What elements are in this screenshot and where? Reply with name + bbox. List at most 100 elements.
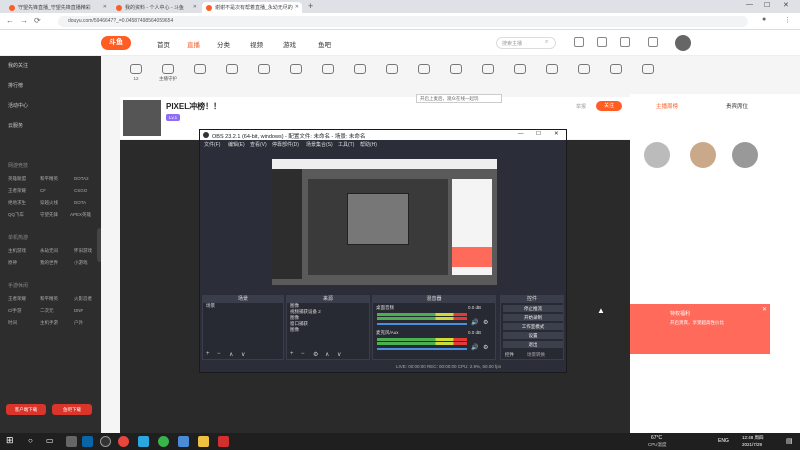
new-tab-button[interactable]: +: [308, 1, 313, 11]
sidebar-item-follow[interactable]: 我的关注: [8, 62, 28, 69]
add-icon[interactable]: +: [206, 351, 210, 357]
obs-menu-tools[interactable]: 工具(T): [338, 141, 354, 148]
arrow-left-icon[interactable]: ←: [6, 16, 14, 25]
sidebar-link[interactable]: 火影忍者: [74, 296, 92, 302]
sidebar-link[interactable]: 永劫无间: [40, 248, 58, 254]
taskbar-app-icon[interactable]: [178, 436, 189, 447]
window-close-icon[interactable]: ✕: [783, 1, 789, 9]
sidebar-link[interactable]: 王者荣耀: [8, 188, 26, 194]
language-indicator[interactable]: ENG: [718, 438, 729, 444]
follow-button[interactable]: 关注: [596, 101, 622, 111]
sidebar-link[interactable]: 小游戏: [74, 260, 88, 266]
menu-dots-icon[interactable]: ⋮: [784, 16, 791, 24]
sidebar-item-rank[interactable]: 排行榜: [8, 82, 23, 89]
close-tab-icon[interactable]: ✕: [295, 4, 299, 10]
tab-controls[interactable]: 控件: [505, 352, 514, 358]
yuba-download-button[interactable]: 鱼吧下载: [52, 404, 92, 415]
sidebar-link[interactable]: DOTA: [74, 200, 86, 205]
obs-minimize-icon[interactable]: —: [518, 131, 524, 137]
exit-button[interactable]: 退出: [503, 341, 563, 348]
obs-menu-file[interactable]: 文件(F): [204, 141, 220, 148]
nav-live[interactable]: 直播: [187, 39, 200, 49]
source-item[interactable]: 图像: [287, 327, 369, 333]
clock-time[interactable]: 12:48 周四: [742, 435, 764, 441]
obs-menu-view[interactable]: 查看(V): [250, 141, 267, 148]
sidebar-link[interactable]: 时间: [8, 320, 17, 326]
taskbar-app-icon[interactable]: [198, 436, 209, 447]
rocket-icon[interactable]: [506, 64, 534, 76]
wave-icon[interactable]: [186, 64, 214, 76]
sidebar-link[interactable]: 我的世界: [40, 260, 58, 266]
sidebar-link[interactable]: CSGO: [74, 188, 87, 193]
tv-icon[interactable]: [218, 64, 246, 76]
nav-home[interactable]: 首页: [157, 39, 170, 49]
remove-icon[interactable]: −: [301, 351, 305, 357]
client-download-button[interactable]: 客户端下载: [6, 404, 46, 415]
box-icon[interactable]: [282, 64, 310, 76]
shield-icon[interactable]: [346, 64, 374, 76]
obs-taskbar-icon[interactable]: [100, 436, 111, 447]
browser-tab-2[interactable]: 我的资料 - 个人中心 - 斗鱼 ✕: [112, 2, 200, 13]
obs-menu-edit[interactable]: 编辑(E): [228, 141, 245, 148]
browser-tab-1[interactable]: 守望先锋直播_守望先锋直播精彩 ✕: [5, 2, 110, 13]
sidebar-link[interactable]: 王者荣耀: [8, 296, 26, 302]
obs-window[interactable]: OBS 23.2.1 (64-bit, windows) - 配置文件: 未命名…: [199, 129, 567, 373]
sidebar-link[interactable]: 怀旧游戏: [74, 248, 92, 254]
game-icon[interactable]: [570, 64, 598, 76]
streamer-avatar[interactable]: [123, 100, 161, 136]
taskbar-app-icon[interactable]: [158, 436, 169, 447]
sidebar-link[interactable]: 和平精英: [40, 176, 58, 182]
vip-avatar[interactable]: [644, 142, 670, 168]
sidebar-item-cloud[interactable]: 云服务: [8, 122, 23, 129]
history-icon[interactable]: [574, 37, 584, 47]
sidebar-link[interactable]: Cf手游: [8, 308, 22, 314]
alarm-icon[interactable]: [442, 64, 470, 76]
number-badge-icon[interactable]: 12: [122, 64, 150, 81]
cube-icon[interactable]: [378, 64, 406, 76]
sidebar-link[interactable]: 户外: [74, 320, 83, 326]
window-minimize-icon[interactable]: —: [746, 1, 753, 8]
douyu-logo[interactable]: 斗鱼: [101, 36, 131, 50]
obs-maximize-icon[interactable]: ☐: [536, 131, 541, 137]
gear-icon[interactable]: ⚙: [483, 344, 488, 351]
volume-slider[interactable]: [377, 348, 467, 350]
message-icon[interactable]: [620, 37, 630, 47]
window-maximize-icon[interactable]: ☐: [764, 1, 770, 9]
star-icon[interactable]: [634, 64, 662, 76]
person-icon[interactable]: [538, 64, 566, 76]
chrome-taskbar-icon[interactable]: [118, 436, 129, 447]
move-up-icon[interactable]: ∧: [229, 351, 233, 358]
nav-video[interactable]: 视频: [250, 39, 263, 49]
arrow-right-icon[interactable]: →: [20, 16, 28, 25]
close-tab-icon[interactable]: ✕: [103, 4, 107, 10]
sidebar-link[interactable]: CF: [40, 188, 46, 193]
gift-icon[interactable]: [250, 64, 278, 76]
obs-close-icon[interactable]: ✕: [554, 131, 559, 137]
windows-start-icon[interactable]: ⊞: [6, 435, 14, 446]
tab-weekly-rank[interactable]: 主播周榜: [656, 102, 678, 110]
speaker-icon[interactable]: 🔊: [471, 344, 478, 351]
car-icon[interactable]: [474, 64, 502, 76]
sidebar-link[interactable]: 和平精英: [40, 296, 58, 302]
move-down-icon[interactable]: ∨: [337, 351, 341, 358]
notification-icon[interactable]: ▤: [786, 437, 793, 445]
stop-stream-button[interactable]: 停止推流: [503, 305, 563, 312]
upload-icon[interactable]: [648, 37, 658, 47]
obs-preview[interactable]: [272, 159, 497, 285]
obs-menu-scene-collection[interactable]: 场景集合(S): [306, 141, 333, 148]
vip-avatar[interactable]: [732, 142, 758, 168]
gear-icon[interactable]: ⚙: [313, 351, 318, 358]
search-icon[interactable]: ○: [28, 436, 33, 445]
sidebar-item-events[interactable]: 活动中心: [8, 102, 28, 109]
car-icon[interactable]: [410, 64, 438, 76]
sidebar-link[interactable]: DNF: [74, 308, 83, 313]
url-input[interactable]: douyu.com/5946647?_=0.04587498564059654: [58, 16, 748, 27]
add-icon[interactable]: +: [290, 351, 294, 357]
sidebar-link[interactable]: 英雄联盟: [8, 176, 26, 182]
vip-promo-banner[interactable]: 特权福利 开启贵宾，享受超高性价比 ✕: [630, 304, 770, 354]
taskbar-app-icon[interactable]: [138, 436, 149, 447]
shield-icon[interactable]: 主播守护: [154, 64, 182, 82]
speaker-icon[interactable]: 🔊: [471, 319, 478, 326]
profile-icon[interactable]: ●: [762, 16, 766, 23]
volume-slider[interactable]: [377, 323, 467, 325]
